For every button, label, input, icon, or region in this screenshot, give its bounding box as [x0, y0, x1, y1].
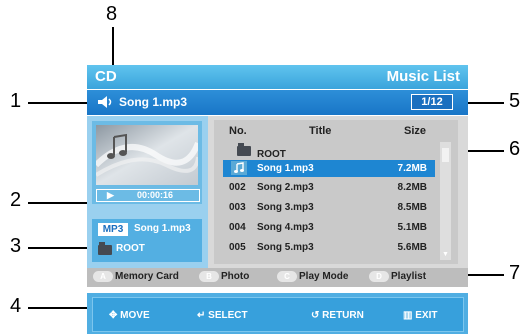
callout-4: 4 — [10, 295, 22, 317]
list-item-number: 005 — [229, 242, 246, 253]
playback-time: 00:00:16 — [137, 190, 174, 200]
move-hint: ✥ MOVE — [109, 310, 150, 321]
memory-card-label: Memory Card — [115, 271, 179, 283]
now-playing-song: Song 1.mp3 — [119, 95, 188, 109]
list-item-title: Song 3.mp3 — [257, 202, 314, 213]
navigation-guide: ✥ MOVE ↵ SELECT ↺ RETURN ▥ EXIT — [92, 297, 464, 332]
speaker-icon — [98, 96, 112, 108]
a-key-icon: A — [93, 271, 113, 282]
list-item[interactable]: 005 Song 5.mp3 5.6MB — [223, 239, 435, 256]
b-key-icon: B — [199, 271, 219, 282]
list-item[interactable]: 004 Song 4.mp3 5.1MB — [223, 219, 435, 236]
callout-3-line — [28, 247, 90, 249]
select-hint: ↵ SELECT — [197, 310, 248, 321]
column-header-size: Size — [404, 125, 427, 137]
list-item-size: 5.6MB — [397, 242, 427, 253]
title-bar: CD Music List — [87, 65, 468, 89]
list-item-size: 8.2MB — [397, 182, 427, 193]
color-button-bar: A Memory Card B Photo C Play Mode D Playlist — [87, 268, 468, 287]
album-art-box: ▶ 00:00:16 — [92, 121, 202, 204]
list-scrollbar[interactable]: ▼ — [440, 142, 451, 260]
column-header-no: No. — [229, 125, 247, 137]
return-icon: ↺ — [311, 310, 320, 321]
playlist-button[interactable]: D Playlist — [369, 271, 426, 284]
list-item-number: 004 — [229, 222, 246, 233]
list-item[interactable]: 002 Song 2.mp3 8.2MB — [223, 179, 435, 196]
c-key-icon: C — [277, 271, 297, 282]
playlist-label: Playlist — [391, 271, 427, 283]
exit-hint: ▥ EXIT — [403, 310, 437, 321]
player-panel: ▶ 00:00:16 MP3 Song 1.mp3 ROOT — [87, 116, 208, 268]
list-item-size: 7.2MB — [397, 163, 427, 174]
album-art-image — [96, 125, 198, 185]
list-item-size: 5.1MB — [397, 222, 427, 233]
callout-4-line — [28, 307, 90, 309]
play-mode-button[interactable]: C Play Mode — [277, 271, 348, 284]
track-info-box: MP3 Song 1.mp3 ROOT — [92, 219, 202, 262]
list-item[interactable]: 003 Song 3.mp3 8.5MB — [223, 199, 435, 216]
folder-icon — [237, 143, 251, 156]
move-label: MOVE — [120, 310, 150, 321]
memory-card-button[interactable]: A Memory Card — [93, 271, 179, 284]
exit-icon: ▥ — [403, 310, 413, 321]
list-item-title: Song 4.mp3 — [257, 222, 314, 233]
track-counter: 1/12 — [411, 94, 453, 110]
move-icon: ✥ — [109, 310, 118, 321]
photo-label: Photo — [221, 271, 250, 283]
list-item-number: 002 — [229, 182, 246, 193]
play-icon: ▶ — [107, 190, 114, 200]
scroll-down-arrow-icon[interactable]: ▼ — [442, 251, 449, 258]
list-item-title: ROOT — [257, 149, 286, 160]
callout-8-line — [112, 27, 114, 67]
now-playing-bar: Song 1.mp3 1/12 — [87, 90, 468, 115]
enter-icon: ↵ — [197, 310, 206, 321]
tv-screen: CD Music List Song 1.mp3 1/12 ▶ 00:00:16… — [87, 65, 468, 336]
callout-6: 6 — [509, 138, 521, 160]
callout-2: 2 — [10, 189, 22, 211]
exit-label: EXIT — [415, 310, 438, 321]
callout-5: 5 — [509, 90, 521, 112]
music-note-icon — [231, 161, 247, 175]
folder-icon — [98, 242, 112, 255]
d-key-icon: D — [369, 271, 389, 282]
photo-button[interactable]: B Photo — [199, 271, 249, 284]
list-item-size: 8.5MB — [397, 202, 427, 213]
play-mode-label: Play Mode — [299, 271, 349, 283]
source-label: CD — [95, 68, 117, 85]
list-item[interactable]: Song 1.mp3 7.2MB — [223, 160, 435, 177]
navigation-bar: ✥ MOVE ↵ SELECT ↺ RETURN ▥ EXIT — [87, 293, 468, 334]
format-badge: MP3 — [98, 223, 128, 236]
select-label: SELECT — [208, 310, 248, 321]
callout-1-line — [28, 102, 90, 104]
playback-time-bar: ▶ 00:00:16 — [96, 189, 200, 202]
scrollbar-thumb[interactable] — [442, 148, 449, 162]
list-item-root[interactable]: ROOT — [223, 142, 435, 160]
callout-8: 8 — [106, 3, 118, 25]
return-hint: ↺ RETURN — [311, 310, 364, 321]
music-list: No. Title Size ROOT Song 1.mp3 7.2MB 002 — [214, 120, 458, 264]
page-title: Music List — [386, 68, 460, 85]
info-folder: ROOT — [116, 243, 145, 254]
music-list-panel: No. Title Size ROOT Song 1.mp3 7.2MB 002 — [208, 116, 468, 268]
list-item-title: Song 1.mp3 — [257, 163, 314, 174]
callout-2-line — [28, 202, 90, 204]
list-item-title: Song 2.mp3 — [257, 182, 314, 193]
list-item-number: 003 — [229, 202, 246, 213]
callout-1: 1 — [10, 90, 22, 112]
list-item-title: Song 5.mp3 — [257, 242, 314, 253]
column-header-title: Title — [309, 125, 332, 137]
callout-3: 3 — [10, 235, 22, 257]
info-song: Song 1.mp3 — [134, 223, 191, 234]
return-label: RETURN — [322, 310, 364, 321]
callout-7: 7 — [509, 262, 521, 284]
